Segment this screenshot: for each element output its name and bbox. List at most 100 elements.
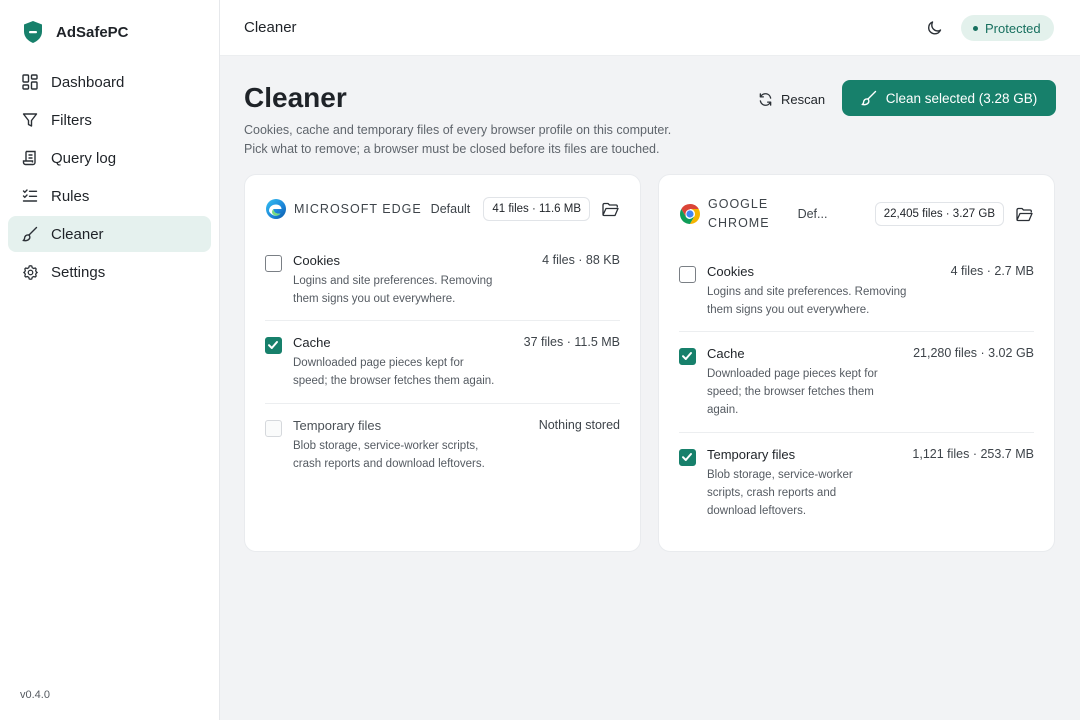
item-description-line: Downloaded page pieces kept for xyxy=(293,357,464,369)
cookies-checkbox[interactable] xyxy=(679,266,696,283)
card-header: GOOGLE CHROME Def... 22,405 files · 3.27… xyxy=(679,195,1034,233)
item-description-line: them signs you out everywhere. xyxy=(293,293,456,305)
chrome-logo-icon xyxy=(680,204,700,224)
open-folder-button[interactable] xyxy=(600,199,620,219)
folder-icon xyxy=(601,202,619,216)
clean-item-cache: Cache Downloaded page pieces kept for sp… xyxy=(265,335,620,404)
item-size: 1,121 files · 253.7 MB xyxy=(912,447,1034,461)
gear-icon xyxy=(21,263,39,281)
browser-name: GOOGLE CHROME xyxy=(708,195,770,233)
clean-item-cookies: Cookies Logins and site preferences. Rem… xyxy=(265,253,620,321)
brush-icon xyxy=(21,225,39,243)
dashboard-icon xyxy=(21,73,39,91)
item-title: Cache xyxy=(707,346,745,361)
cache-checkbox[interactable] xyxy=(679,348,696,365)
sidebar-item-label: Cleaner xyxy=(51,225,104,243)
rescan-button[interactable]: Rescan xyxy=(752,86,831,112)
item-title: Cookies xyxy=(707,264,754,279)
cache-checkbox[interactable] xyxy=(265,337,282,354)
browser-card-chrome: GOOGLE CHROME Def... 22,405 files · 3.27… xyxy=(658,174,1055,552)
sidebar-item-rules[interactable]: Rules xyxy=(8,178,211,214)
sidebar-item-label: Rules xyxy=(51,187,90,205)
browser-stats: 41 files · 11.6 MB xyxy=(483,197,590,221)
item-description: Blob storage, service-worker scripts, cr… xyxy=(707,466,853,520)
item-description: Downloaded page pieces kept for speed; t… xyxy=(293,354,494,390)
browser-profile: Def... xyxy=(797,207,828,221)
item-description: Logins and site preferences. Removing th… xyxy=(707,283,906,319)
shield-logo-icon xyxy=(24,21,42,43)
browser-name-line: GOOGLE xyxy=(708,197,769,211)
page-title: Cleaner xyxy=(244,82,347,113)
dark-mode-toggle[interactable] xyxy=(926,19,944,37)
app-name: AdSafePC xyxy=(56,23,129,41)
item-description: Blob storage, service-worker scripts, cr… xyxy=(293,437,485,473)
item-description: Downloaded page pieces kept for speed; t… xyxy=(707,365,878,419)
rescan-label: Rescan xyxy=(781,91,826,107)
sidebar-nav: Dashboard Filters Query log Rules Cleane… xyxy=(8,64,211,292)
item-size: 21,280 files · 3.02 GB xyxy=(913,346,1034,360)
browser-card-edge: MICROSOFT EDGE Default 41 files · 11.6 M… xyxy=(244,174,641,552)
item-description-line: Downloaded page pieces kept for xyxy=(707,368,878,380)
edge-logo-icon xyxy=(266,199,286,219)
clean-item-cookies: Cookies Logins and site preferences. Rem… xyxy=(679,264,1034,332)
item-title: Temporary files xyxy=(293,418,382,433)
folder-icon xyxy=(1015,207,1033,221)
temporary-files-checkbox[interactable] xyxy=(679,449,696,466)
app-version: v0.4.0 xyxy=(20,689,50,701)
clean-item-cache: Cache Downloaded page pieces kept for sp… xyxy=(679,346,1034,433)
sidebar: AdSafePC Dashboard Filters Query log Rul… xyxy=(0,0,220,720)
browser-name: MICROSOFT EDGE xyxy=(294,201,422,216)
temporary-files-checkbox[interactable] xyxy=(265,420,282,437)
status-label: Protected xyxy=(985,20,1041,36)
browser-profile: Default xyxy=(430,202,471,216)
browser-name-line: CHROME xyxy=(708,216,770,230)
item-description-line: crash reports and download leftovers. xyxy=(293,458,485,470)
clean-item-temporary-files: Temporary files Blob storage, service-wo… xyxy=(265,418,620,478)
item-description-line: again. xyxy=(707,404,739,416)
item-size: 4 files · 88 KB xyxy=(542,253,620,267)
sidebar-item-cleaner[interactable]: Cleaner xyxy=(8,216,211,252)
item-size: 4 files · 2.7 MB xyxy=(950,264,1034,278)
page-description-line: Pick what to remove; a browser must be c… xyxy=(244,142,660,156)
page-description: Cookies, cache and temporary files of ev… xyxy=(244,121,671,159)
open-folder-button[interactable] xyxy=(1014,204,1034,224)
item-description-line: Blob storage, service-worker scripts, xyxy=(293,440,479,452)
sidebar-item-label: Settings xyxy=(51,263,106,281)
sidebar-item-dashboard[interactable]: Dashboard xyxy=(8,64,211,100)
check-icon xyxy=(682,352,692,360)
sidebar-item-query-log[interactable]: Query log xyxy=(8,140,211,176)
sidebar-item-settings[interactable]: Settings xyxy=(8,254,211,290)
item-description-line: Logins and site preferences. Removing xyxy=(707,286,907,298)
item-size: Nothing stored xyxy=(538,418,620,432)
item-description-line: scripts, crash reports and xyxy=(707,487,837,499)
item-title: Cache xyxy=(293,335,331,350)
card-header: MICROSOFT EDGE Default 41 files · 11.6 M… xyxy=(265,197,620,221)
item-description-line: them signs you out everywhere. xyxy=(707,304,870,316)
cookies-checkbox[interactable] xyxy=(265,255,282,272)
brush-icon xyxy=(861,90,876,106)
item-description-line: download leftovers. xyxy=(707,505,807,517)
filter-icon xyxy=(21,111,39,129)
item-title: Cookies xyxy=(293,253,340,268)
sidebar-item-label: Dashboard xyxy=(51,73,125,91)
clean-selected-label: Clean selected (3.28 GB) xyxy=(885,90,1038,106)
moon-icon xyxy=(928,21,942,35)
sidebar-item-label: Filters xyxy=(51,111,92,129)
item-title: Temporary files xyxy=(707,447,796,462)
item-size: 37 files · 11.5 MB xyxy=(523,335,620,349)
status-dot xyxy=(973,25,978,31)
clean-item-temporary-files: Temporary files Blob storage, service-wo… xyxy=(679,447,1034,523)
brand: AdSafePC xyxy=(22,20,129,44)
topbar-title: Cleaner xyxy=(244,19,297,36)
check-icon xyxy=(682,453,692,461)
refresh-icon xyxy=(759,92,772,106)
clean-selected-button[interactable]: Clean selected (3.28 GB) xyxy=(842,80,1056,116)
rules-icon xyxy=(21,187,39,205)
status-badge: Protected xyxy=(961,15,1054,41)
item-description-line: Blob storage, service-worker xyxy=(707,469,853,481)
sidebar-item-filters[interactable]: Filters xyxy=(8,102,211,138)
sidebar-item-label: Query log xyxy=(51,149,117,167)
item-description: Logins and site preferences. Removing th… xyxy=(293,272,492,308)
check-icon xyxy=(268,341,278,349)
item-description-line: Logins and site preferences. Removing xyxy=(293,275,493,287)
